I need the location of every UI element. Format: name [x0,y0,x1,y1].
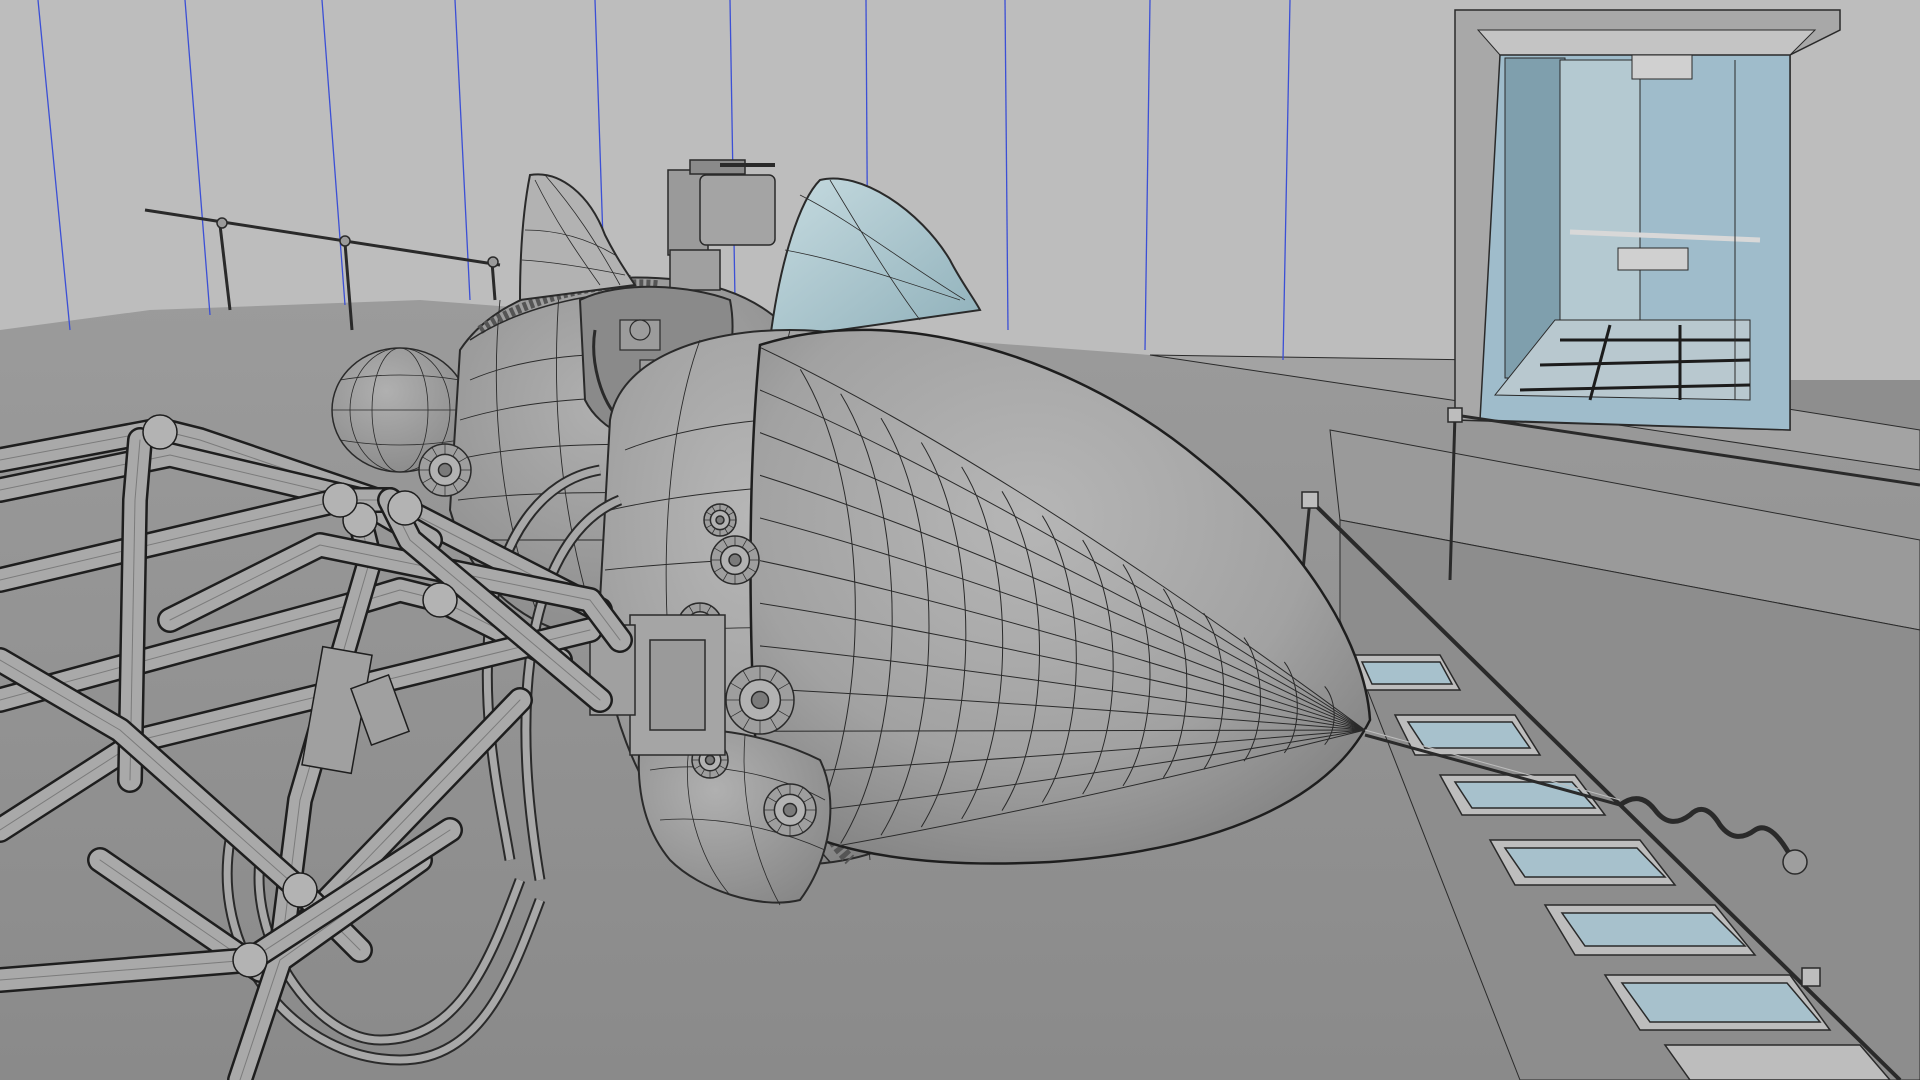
doorway [1454,9,1841,431]
3d-viewport[interactable] [0,0,1920,1080]
